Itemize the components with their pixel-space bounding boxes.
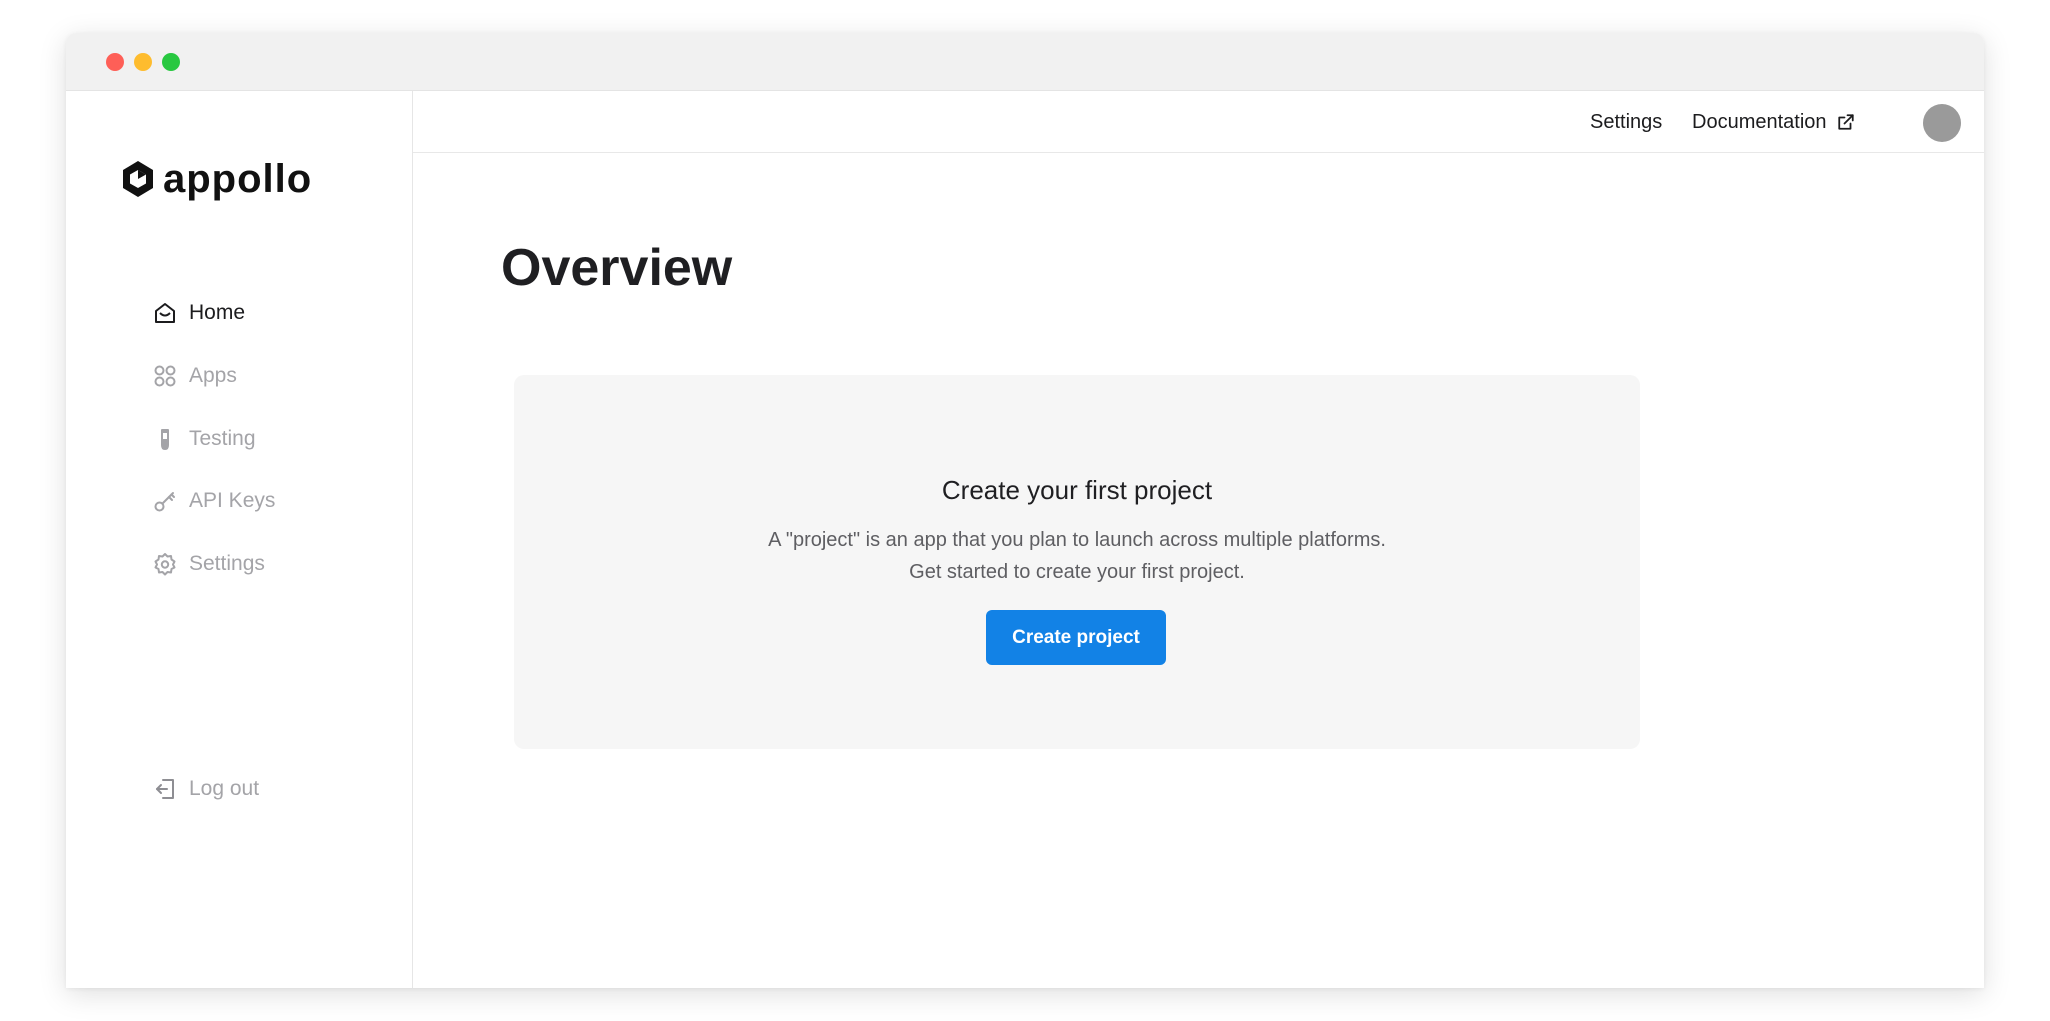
- gear-icon: [153, 552, 177, 576]
- sidebar-item-apps[interactable]: Apps: [153, 359, 237, 393]
- page-title: Overview: [501, 239, 733, 297]
- window-close-button[interactable]: [106, 53, 124, 71]
- sidebar: appollo Home Apps Testing API Keys Setti…: [66, 91, 413, 988]
- apps-grid-icon: [153, 364, 177, 388]
- test-tube-icon: [153, 427, 177, 451]
- user-avatar[interactable]: [1923, 104, 1961, 142]
- appollo-hexagon-logo-icon: [121, 159, 155, 199]
- sidebar-item-testing[interactable]: Testing: [153, 422, 256, 456]
- window-titlebar: [66, 33, 1984, 91]
- sidebar-item-label: Apps: [189, 364, 237, 387]
- empty-state-description-line: A "project" is an app that you plan to l…: [768, 529, 1386, 551]
- app-window: appollo Home Apps Testing API Keys Setti…: [66, 33, 1984, 988]
- window-minimize-button[interactable]: [134, 53, 152, 71]
- sidebar-item-label: Home: [189, 301, 246, 324]
- external-link-icon: [1837, 113, 1855, 131]
- key-icon: [153, 489, 177, 513]
- sidebar-item-home[interactable]: Home: [153, 296, 245, 330]
- sidebar-item-api-keys[interactable]: API Keys: [153, 484, 275, 518]
- empty-state-description-line: Get started to create your first project…: [909, 561, 1245, 583]
- empty-state-card: Create your first project A "project" is…: [514, 375, 1640, 749]
- home-icon: [153, 301, 177, 325]
- brand-logo[interactable]: appollo: [121, 157, 312, 201]
- main-content: Settings Documentation Overview Create y…: [413, 91, 1984, 988]
- window-maximize-button[interactable]: [162, 53, 180, 71]
- sidebar-item-label: Testing: [189, 427, 256, 450]
- top-bar: Settings Documentation: [413, 91, 1984, 153]
- empty-state-description: A "project" is an app that you plan to l…: [514, 524, 1640, 588]
- brand-name: appollo: [163, 157, 313, 201]
- sidebar-item-label: Settings: [189, 552, 265, 575]
- sidebar-item-label: API Keys: [189, 489, 276, 512]
- documentation-link[interactable]: Documentation: [1692, 107, 1855, 137]
- top-settings-label: Settings: [1590, 111, 1663, 133]
- documentation-label: Documentation: [1692, 111, 1827, 133]
- sidebar-item-settings[interactable]: Settings: [153, 547, 265, 581]
- create-project-button[interactable]: Create project: [986, 610, 1166, 665]
- top-settings-link[interactable]: Settings: [1590, 107, 1662, 137]
- logout-label: Log out: [189, 777, 260, 800]
- logout-icon: [153, 777, 177, 801]
- empty-state-title: Create your first project: [941, 475, 1213, 505]
- logout-button[interactable]: Log out: [153, 772, 259, 806]
